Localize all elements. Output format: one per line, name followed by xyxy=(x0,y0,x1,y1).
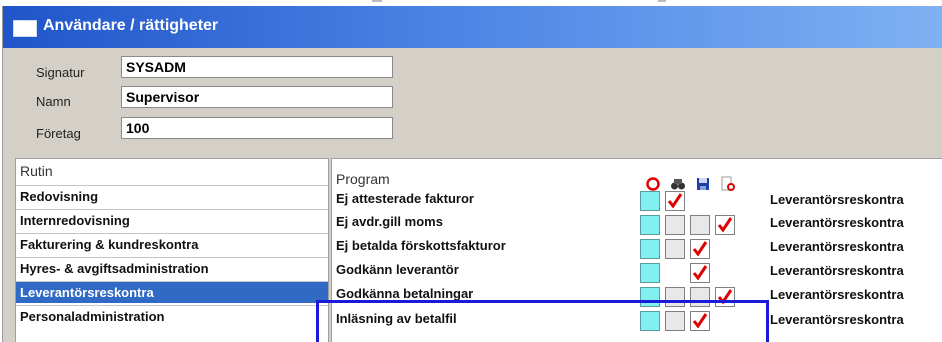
rutin-item-label: Hyres- & avgiftsadministration xyxy=(20,261,209,276)
rutin-header: Rutin xyxy=(20,163,53,179)
program-row-ej-attesterade[interactable]: Ej attesterade fakturor xyxy=(336,191,636,206)
permission-checkbox-checked[interactable] xyxy=(715,215,735,235)
program-row-inlasning-betalfil[interactable]: Inläsning av betalfil xyxy=(336,311,636,326)
permission-open-checkbox[interactable] xyxy=(640,311,660,331)
rutin-item-label: Personaladministration xyxy=(20,309,165,324)
checkmark-icon xyxy=(717,289,733,305)
program-area: Leverantörsreskontra xyxy=(770,287,904,302)
program-area: Leverantörsreskontra xyxy=(770,215,904,230)
checkmark-icon xyxy=(717,217,733,233)
signatur-field[interactable] xyxy=(121,56,393,78)
permission-open-checkbox[interactable] xyxy=(640,191,660,211)
top-edge-mark xyxy=(372,0,382,2)
permission-checkbox-checked[interactable] xyxy=(690,311,710,331)
namn-field[interactable] xyxy=(121,86,393,108)
program-area: Leverantörsreskontra xyxy=(770,312,904,327)
window-icon xyxy=(13,20,37,37)
permission-checkbox[interactable] xyxy=(665,239,685,259)
save-disk-icon xyxy=(697,178,709,190)
permission-checkbox-checked[interactable] xyxy=(665,191,685,211)
program-row-ej-avdr-moms[interactable]: Ej avdr.gill moms xyxy=(336,214,636,229)
window-title: Användare / rättigheter xyxy=(43,17,219,34)
binoculars-icon xyxy=(671,179,685,190)
checkmark-icon xyxy=(692,313,708,329)
foretag-label: Företag xyxy=(36,126,81,141)
rutin-item-label: Redovisning xyxy=(20,189,99,204)
checkmark-icon xyxy=(692,241,708,257)
program-area: Leverantörsreskontra xyxy=(770,263,904,278)
rutin-item-internredovisning[interactable]: Internredovisning xyxy=(16,209,328,231)
permission-open-checkbox[interactable] xyxy=(640,215,660,235)
signatur-label: Signatur xyxy=(36,65,85,80)
permission-checkbox-checked[interactable] xyxy=(715,287,735,307)
checkmark-icon xyxy=(667,193,683,209)
foretag-field[interactable] xyxy=(121,117,393,139)
rutin-item-fakturering[interactable]: Fakturering & kundreskontra xyxy=(16,233,328,255)
permission-checkbox[interactable] xyxy=(665,287,685,307)
document-delete-icon xyxy=(721,176,735,191)
rutin-item-leverantorsreskontra[interactable]: Leverantörsreskontra xyxy=(16,281,328,303)
permission-checkbox-checked[interactable] xyxy=(690,263,710,283)
namn-label: Namn xyxy=(36,94,71,109)
red-circle-icon xyxy=(646,177,660,191)
rutin-list[interactable]: Rutin Redovisning Internredovisning Fakt… xyxy=(15,158,329,342)
program-row-godkann-leverantor[interactable]: Godkänn leverantör xyxy=(336,262,636,277)
permission-checkbox[interactable] xyxy=(690,215,710,235)
program-row-godkanna-betalningar[interactable]: Godkänna betalningar xyxy=(336,286,636,301)
rutin-item-redovisning[interactable]: Redovisning xyxy=(16,185,328,207)
rutin-item-label: Internredovisning xyxy=(20,213,130,228)
top-edge-mark xyxy=(658,0,666,2)
permission-checkbox[interactable] xyxy=(665,311,685,331)
checkmark-icon xyxy=(692,265,708,281)
rutin-item-label: Leverantörsreskontra xyxy=(20,285,154,300)
rutin-item-personaladministration[interactable]: Personaladministration xyxy=(16,305,328,327)
permission-checkbox-checked[interactable] xyxy=(690,239,710,259)
permission-checkbox[interactable] xyxy=(665,215,685,235)
rutin-item-hyres[interactable]: Hyres- & avgiftsadministration xyxy=(16,257,328,279)
permission-open-checkbox[interactable] xyxy=(640,287,660,307)
rutin-item-label: Fakturering & kundreskontra xyxy=(20,237,199,252)
permission-checkbox[interactable] xyxy=(690,287,710,307)
program-row-ej-betalda[interactable]: Ej betalda förskottsfakturor xyxy=(336,238,636,253)
title-bar[interactable]: Användare / rättigheter xyxy=(3,6,942,48)
program-area: Leverantörsreskontra xyxy=(770,239,904,254)
permission-open-checkbox[interactable] xyxy=(640,263,660,283)
program-area: Leverantörsreskontra xyxy=(770,192,904,207)
program-list[interactable]: Program Ej attesterade fakturor Leverant… xyxy=(331,158,942,342)
program-header: Program xyxy=(336,171,390,187)
permission-open-checkbox[interactable] xyxy=(640,239,660,259)
users-rights-window: Användare / rättigheter Signatur Namn Fö… xyxy=(2,6,942,342)
